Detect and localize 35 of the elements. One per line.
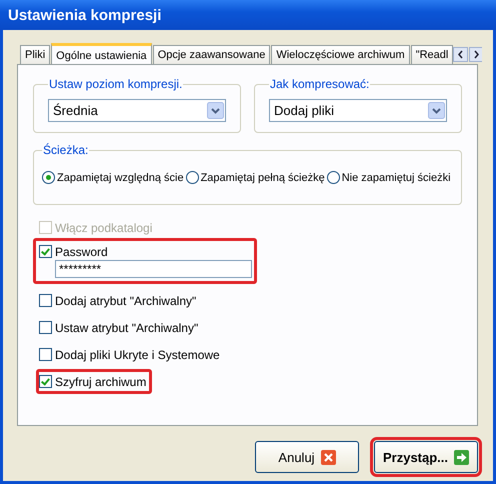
window-title: Ustawienia kompresji (8, 6, 162, 24)
group-label: Ustaw poziom kompresji. (48, 77, 184, 91)
chevron-down-icon (428, 102, 445, 119)
checkbox[interactable] (39, 375, 52, 388)
checkbox-option[interactable]: Dodaj atrybut "Archiwalny" (36, 288, 202, 313)
radio-option[interactable]: Zapamiętaj względną ście (42, 171, 184, 184)
dropdown[interactable]: Dodaj pliki (269, 99, 447, 122)
password-field[interactable]: ********* (55, 260, 252, 278)
scroll-right-icon[interactable] (469, 47, 482, 62)
checkbox-option[interactable]: Dodaj pliki Ukryte i Systemowe (36, 342, 226, 367)
tab[interactable]: Opcje zaawansowane (152, 45, 270, 64)
checkbox-option[interactable]: Password (39, 243, 108, 260)
scroll-left-icon[interactable] (453, 47, 468, 62)
tab[interactable]: Wieloczęściowe archiwum (271, 45, 410, 64)
radio-button[interactable] (326, 171, 340, 184)
cancel-button[interactable]: Anuluj (255, 441, 359, 473)
tab[interactable]: Ogólne ustawienia (51, 43, 152, 64)
group-label: Jak kompresować: (269, 77, 370, 91)
radio-option[interactable]: Nie zapamiętuj ścieżki (326, 171, 451, 184)
radio-button[interactable] (42, 171, 55, 184)
dropdown[interactable]: Średnia (48, 99, 226, 122)
radio-button[interactable] (186, 171, 199, 184)
checkbox[interactable] (39, 348, 52, 361)
radio-option[interactable]: Zapamiętaj pełną ścieżkę (186, 171, 325, 184)
close-icon (320, 450, 336, 464)
checkbox-option[interactable]: Ustaw atrybut "Archiwalny" (36, 315, 204, 340)
chevron-down-icon (207, 102, 224, 119)
arrow-right-icon (454, 450, 470, 464)
tab[interactable]: "Readl (410, 45, 454, 64)
checkbox-option[interactable]: Szyfruj archiwum (36, 369, 152, 394)
checkbox[interactable] (39, 245, 52, 258)
checkbox[interactable] (39, 294, 52, 307)
group-label: Ścieżka: (42, 143, 90, 157)
tab[interactable]: Pliki (20, 45, 50, 64)
checkbox[interactable] (39, 321, 52, 334)
